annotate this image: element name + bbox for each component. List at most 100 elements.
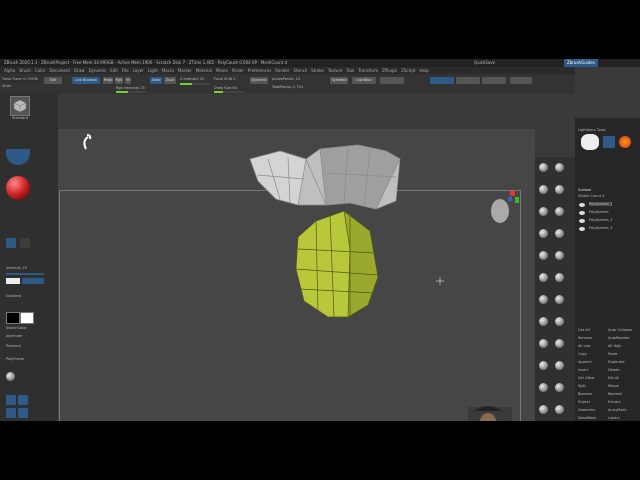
menu-item[interactable]: Brush bbox=[19, 68, 31, 73]
mrgb-button[interactable]: Mrgb bbox=[103, 77, 113, 84]
subtool-row[interactable]: PolySphere_3 bbox=[589, 226, 612, 230]
brush-preset-icon[interactable] bbox=[555, 229, 564, 238]
subtool-row[interactable]: PolySphere bbox=[589, 210, 609, 214]
rgb-intensity-slider[interactable] bbox=[116, 91, 146, 93]
menu-item[interactable]: Help bbox=[419, 68, 428, 73]
subtool-action-button[interactable]: Duplicate bbox=[608, 360, 625, 364]
subtool-action-button[interactable]: Extract bbox=[608, 400, 621, 404]
subtool-action-button[interactable]: Project bbox=[578, 400, 590, 404]
switch-color-button[interactable]: SwitchColor bbox=[6, 326, 27, 330]
subtool-action-button[interactable]: All Low bbox=[578, 344, 590, 348]
menu-item[interactable]: Texture bbox=[328, 68, 343, 73]
subtool-header[interactable]: Subtool bbox=[578, 188, 591, 192]
symmetry-button[interactable]: SymMod bbox=[330, 77, 348, 84]
z-intensity-slider[interactable] bbox=[180, 83, 210, 85]
move-mode-button[interactable] bbox=[482, 77, 506, 84]
primary-color-swatch[interactable] bbox=[20, 312, 34, 324]
subtool-action-button[interactable]: Copy bbox=[578, 352, 587, 356]
m-button[interactable]: M bbox=[125, 77, 131, 84]
subtool-action-button[interactable]: All High bbox=[608, 344, 622, 348]
brush-preset-icon[interactable] bbox=[539, 273, 548, 282]
menu-item[interactable]: File bbox=[122, 68, 129, 73]
brush-preset-icon[interactable] bbox=[555, 251, 564, 260]
brush-preset-icon[interactable] bbox=[539, 185, 548, 194]
preferences-button[interactable] bbox=[380, 77, 404, 84]
subtool-row[interactable]: PolySphere_2 bbox=[589, 218, 612, 222]
polyframe-button[interactable]: PolyFrame bbox=[6, 357, 24, 361]
brush-preset-icon[interactable] bbox=[539, 295, 548, 304]
menu-item[interactable]: Document bbox=[49, 68, 70, 73]
brush-preset-icon[interactable] bbox=[555, 295, 564, 304]
menu-item[interactable]: Stroke bbox=[311, 68, 324, 73]
brush-preset-icon[interactable] bbox=[539, 361, 548, 370]
sculpt-viewport-meshes[interactable] bbox=[58, 129, 535, 421]
menu-item[interactable]: Edit bbox=[110, 68, 118, 73]
brush-preset-icon[interactable] bbox=[539, 317, 548, 326]
subtool-action-button[interactable]: Split bbox=[578, 384, 586, 388]
edit-button[interactable]: Edit bbox=[44, 77, 62, 84]
menu-item[interactable]: Macro bbox=[162, 68, 174, 73]
transpose-icon[interactable] bbox=[18, 408, 28, 418]
menu-item[interactable]: Picker bbox=[232, 68, 244, 73]
scale-mode-button[interactable] bbox=[510, 77, 532, 84]
intensity-slider[interactable] bbox=[6, 273, 44, 275]
subtool-action-button[interactable]: ArrayMesh bbox=[608, 408, 627, 412]
gradient-bar[interactable] bbox=[22, 278, 44, 284]
rotate-icon[interactable] bbox=[6, 408, 16, 418]
brush-preset-icon[interactable] bbox=[555, 163, 564, 172]
menu-item[interactable]: ZPlugin bbox=[382, 68, 397, 73]
brush-thumbnail[interactable] bbox=[10, 96, 30, 116]
subtool-action-button[interactable]: Rename bbox=[578, 336, 592, 340]
menu-item[interactable]: ZScript bbox=[401, 68, 415, 73]
brush-preset-icon[interactable] bbox=[539, 383, 548, 392]
zsub-button[interactable]: Zsub bbox=[164, 77, 176, 84]
brush-preset-icon[interactable] bbox=[555, 273, 564, 282]
subtool-action-button[interactable]: Del All bbox=[608, 376, 619, 380]
tool-thumb-2[interactable] bbox=[603, 136, 615, 148]
menu-item[interactable]: Alpha bbox=[4, 68, 15, 73]
rgb-button[interactable]: Rgb bbox=[115, 77, 123, 84]
lightbox-button[interactable]: LightBox bbox=[352, 77, 376, 84]
brush-preset-icon[interactable] bbox=[539, 405, 548, 414]
menu-item[interactable]: Dynamic bbox=[89, 68, 107, 73]
main-color-swatch[interactable] bbox=[6, 278, 20, 284]
quicksave-button[interactable]: QuickSave bbox=[474, 59, 495, 67]
alpha-thumbnail[interactable] bbox=[6, 238, 16, 248]
menu-item[interactable]: Color bbox=[35, 68, 45, 73]
subtool-row[interactable]: PolySphere_1 bbox=[589, 202, 613, 206]
brush-preset-icon[interactable] bbox=[539, 251, 548, 260]
brush-preset-icon[interactable] bbox=[539, 207, 548, 216]
brush-preset-icon[interactable] bbox=[539, 229, 548, 238]
menu-item[interactable]: Render bbox=[275, 68, 289, 73]
live-boolean-button[interactable]: Live Boolean bbox=[72, 77, 100, 84]
brush-preset-icon[interactable] bbox=[555, 185, 564, 194]
edit-mode-button[interactable] bbox=[430, 77, 454, 84]
brush-preset-icon[interactable] bbox=[555, 317, 564, 326]
subtool-action-button[interactable]: Del Other bbox=[578, 376, 595, 380]
tool-thumbnail[interactable] bbox=[581, 134, 599, 150]
menu-item[interactable]: Tool bbox=[346, 68, 354, 73]
tool-thumb-3[interactable] bbox=[619, 136, 631, 148]
subtool-action-button[interactable]: Layers bbox=[608, 416, 620, 420]
subtool-action-button[interactable]: Auto Collapse bbox=[608, 328, 632, 332]
subtool-action-button[interactable]: Boolean bbox=[578, 392, 592, 396]
subtool-action-button[interactable]: Merge bbox=[608, 384, 619, 388]
subtool-action-button[interactable]: Delete bbox=[608, 368, 620, 372]
move-icon[interactable] bbox=[6, 395, 16, 405]
subtool-action-button[interactable]: Append bbox=[578, 360, 591, 364]
menu-item[interactable]: Material bbox=[196, 68, 212, 73]
brush-preset-icon[interactable] bbox=[555, 405, 564, 414]
subtool-action-button[interactable]: Geometry bbox=[578, 408, 595, 412]
alternate-button[interactable]: Alternate bbox=[6, 334, 22, 338]
subtool-action-button[interactable]: List All bbox=[578, 328, 590, 332]
menu-item[interactable]: Layer bbox=[133, 68, 144, 73]
subtool-action-button[interactable]: Insert bbox=[578, 368, 588, 372]
sphere-icon[interactable] bbox=[6, 372, 15, 381]
brush-preset-icon[interactable] bbox=[555, 383, 564, 392]
draw-mode-button[interactable] bbox=[456, 77, 480, 84]
subtool-action-button[interactable]: NanoMesh bbox=[578, 416, 596, 420]
subtool-action-button[interactable]: Paste bbox=[608, 352, 617, 356]
secondary-color-swatch[interactable] bbox=[6, 312, 20, 324]
menu-item[interactable]: Draw bbox=[74, 68, 84, 73]
menu-item[interactable]: Preferences bbox=[248, 68, 272, 73]
